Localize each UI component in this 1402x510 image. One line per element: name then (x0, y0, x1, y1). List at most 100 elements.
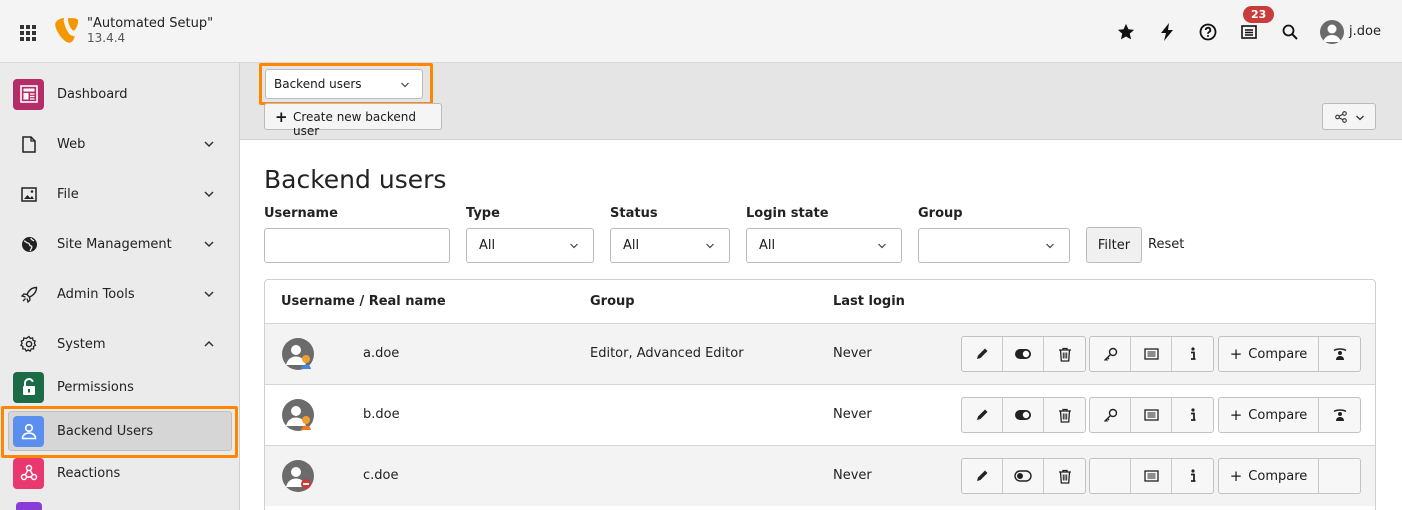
user-avatar-icon[interactable] (282, 399, 314, 431)
info-button[interactable] (1172, 398, 1213, 432)
user-name[interactable]: j.doe (1349, 24, 1381, 39)
username-filter-input[interactable] (264, 228, 450, 263)
toggle-on-icon (1015, 349, 1031, 359)
sidebar-item-label: Admin Tools (57, 286, 135, 302)
user-icon (13, 415, 44, 447)
switch-user-icon (1333, 348, 1346, 360)
admin-user-avatar-icon[interactable] (282, 338, 314, 370)
gear-icon (16, 331, 42, 357)
sidebar-item-file[interactable]: File (0, 172, 240, 216)
type-filter-select[interactable]: All (466, 228, 594, 263)
sidebar-item-reactions[interactable]: Reactions (0, 451, 240, 495)
pencil-icon (977, 348, 988, 359)
dashboard-icon (13, 78, 44, 110)
webhook-icon (13, 457, 44, 489)
delete-button[interactable] (1044, 337, 1085, 371)
status-filter-select[interactable]: All (610, 228, 730, 263)
system-info-icon[interactable] (1239, 22, 1259, 42)
pencil-icon (977, 409, 988, 420)
sidebar-item-label: Dashboard (57, 86, 128, 102)
show-record-button[interactable] (1131, 337, 1172, 371)
switch-user-button[interactable] (1319, 337, 1360, 371)
chevron-down-icon (706, 243, 714, 249)
column-header-last-login[interactable]: Last login (833, 294, 905, 309)
empty-action-slot (1090, 459, 1131, 493)
delete-button[interactable] (1044, 398, 1085, 432)
trash-icon (1058, 469, 1071, 484)
chevron-up-icon[interactable] (203, 338, 215, 350)
app-grid-icon[interactable] (20, 25, 36, 41)
chevron-down-icon[interactable] (203, 188, 215, 200)
info-icon (1190, 408, 1195, 421)
reset-password-button[interactable] (1090, 398, 1131, 432)
info-button[interactable] (1172, 459, 1213, 493)
plus-icon: + (1229, 467, 1243, 485)
lightning-icon[interactable] (1157, 22, 1177, 42)
delete-button[interactable] (1044, 459, 1085, 493)
typo3-logo[interactable] (55, 18, 79, 44)
switch-user-icon (1333, 409, 1346, 421)
backend-users-table: Username / Real name Group Last login a.… (264, 279, 1376, 510)
create-backend-user-button[interactable]: + Create new backend user (264, 103, 442, 138)
switch-user-button[interactable] (1319, 398, 1360, 432)
toggle-button[interactable] (1003, 398, 1044, 432)
sidebar-item-permissions[interactable]: Permissions (0, 365, 240, 409)
username-filter-label: Username (264, 206, 338, 221)
sidebar-item-backend-users[interactable]: Backend Users (0, 409, 240, 453)
compare-button[interactable]: + Compare (1219, 337, 1319, 371)
search-icon[interactable] (1280, 22, 1300, 42)
toggle-on-icon (1015, 410, 1031, 420)
login-state-filter-select[interactable]: All (746, 228, 902, 263)
group-filter-select[interactable] (918, 228, 1070, 263)
page-title: Backend users (264, 165, 447, 194)
username-cell[interactable]: a.doe (363, 346, 399, 361)
show-record-button[interactable] (1131, 459, 1172, 493)
module-menu-select[interactable]: Backend users (265, 69, 423, 99)
info-icon (1190, 347, 1195, 360)
reset-link[interactable]: Reset (1148, 237, 1184, 252)
reset-password-button[interactable] (1090, 337, 1131, 371)
plus-icon: + (275, 108, 288, 126)
toggle-button[interactable] (1003, 459, 1044, 493)
chevron-down-icon[interactable] (203, 238, 215, 250)
user-avatar[interactable] (1320, 20, 1344, 44)
help-icon[interactable] (1198, 22, 1218, 42)
key-icon (1103, 408, 1117, 422)
extra-module-icon (16, 502, 42, 510)
module-menu-value: Backend users (274, 77, 362, 91)
sidebar-item-admin-tools[interactable]: Admin Tools (0, 272, 240, 316)
edit-button[interactable] (962, 459, 1003, 493)
sidebar-item-label: Site Management (57, 236, 172, 252)
compare-button[interactable]: + Compare (1219, 459, 1319, 493)
edit-button[interactable] (962, 337, 1003, 371)
username-cell[interactable]: c.doe (363, 468, 398, 483)
chevron-down-icon (878, 243, 886, 249)
sidebar-item-system[interactable]: System (0, 322, 240, 366)
create-button-label: Create new backend user (293, 110, 416, 138)
chevron-down-icon[interactable] (203, 138, 215, 150)
share-button[interactable] (1322, 103, 1376, 130)
filter-button[interactable]: Filter (1086, 227, 1142, 263)
status-filter-value: All (623, 238, 640, 253)
type-filter-value: All (479, 238, 496, 253)
disabled-user-avatar-icon[interactable] (282, 460, 314, 492)
sidebar-item-site-management[interactable]: Site Management (0, 222, 240, 266)
group-filter-label: Group (918, 206, 963, 221)
toggle-button[interactable] (1003, 337, 1044, 371)
column-header-username[interactable]: Username / Real name (281, 294, 446, 309)
info-icon (1190, 469, 1195, 482)
table-row: c.doe Never + Compare (265, 445, 1375, 506)
site-version: 13.4.4 (87, 31, 126, 45)
chevron-down-icon[interactable] (203, 288, 215, 300)
info-button[interactable] (1172, 337, 1213, 371)
row-actions-compare: + Compare (1218, 458, 1361, 494)
show-record-button[interactable] (1131, 398, 1172, 432)
edit-button[interactable] (962, 398, 1003, 432)
username-cell[interactable]: b.doe (363, 407, 400, 422)
trash-icon (1058, 408, 1071, 423)
toggle-off-icon (1014, 470, 1032, 482)
sidebar-item-dashboard[interactable]: Dashboard (0, 72, 240, 116)
star-icon[interactable] (1116, 22, 1136, 42)
sidebar-item-web[interactable]: Web (0, 122, 240, 166)
compare-button[interactable]: + Compare (1219, 398, 1319, 432)
